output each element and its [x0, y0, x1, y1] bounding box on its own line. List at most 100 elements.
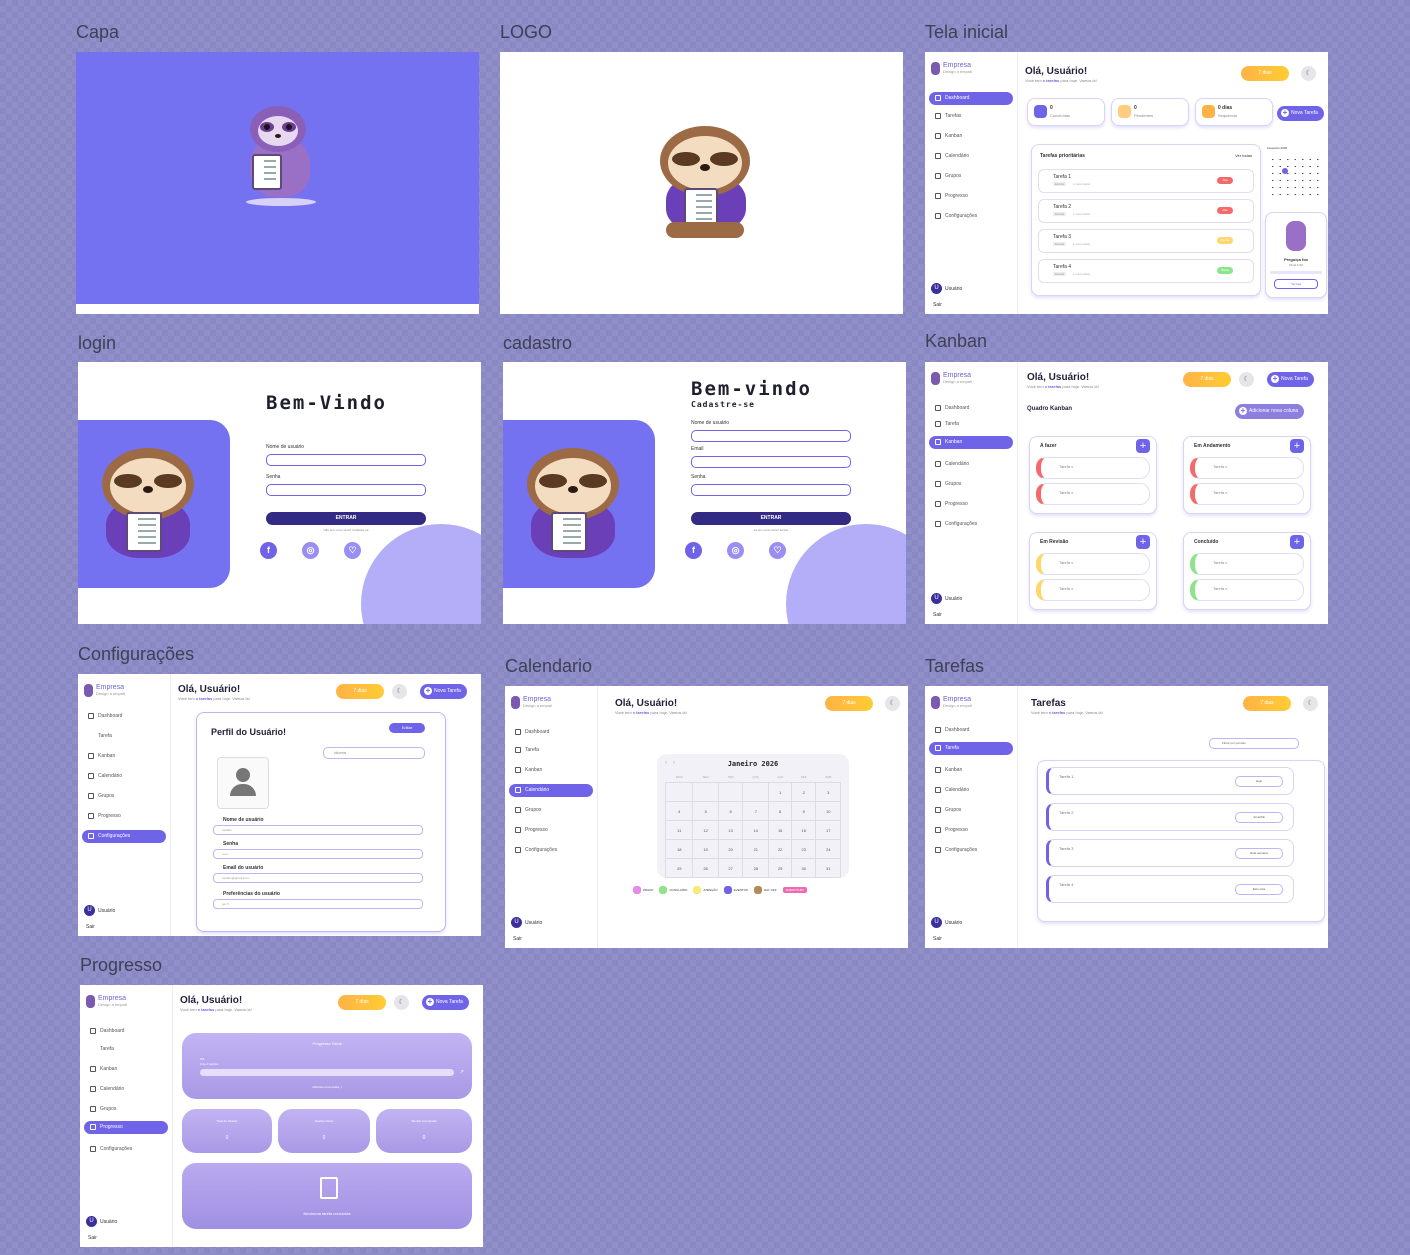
frame-login[interactable]: Bem-Vindo Nome de usuário Senha ENTRAR N…	[78, 362, 481, 624]
frame-calendario[interactable]: Empresa Design a empati Dashboard Tarefa …	[505, 686, 908, 948]
logout-button[interactable]: Sair	[513, 936, 522, 942]
nav-dashboard[interactable]: Dashboard	[84, 1025, 168, 1038]
calendar-day[interactable]: 19	[692, 839, 719, 859]
instagram-icon[interactable]: ◎	[302, 542, 319, 559]
nav-configuracoes[interactable]: Configurações	[929, 210, 1013, 223]
calendar-day[interactable]: 2	[791, 782, 817, 802]
task-row[interactable]: Tarefa 1 Escola 1 comentário Alta	[1038, 169, 1254, 193]
calendar-day[interactable]: 15	[768, 820, 793, 840]
nav-kanban[interactable]: Kanban	[509, 764, 593, 777]
kanban-card[interactable]: Tarefa x	[1190, 553, 1304, 575]
kanban-card[interactable]: Tarefa x	[1036, 579, 1150, 601]
language-select[interactable]: Idioma	[323, 747, 425, 759]
calendar-day[interactable]: 1	[768, 782, 793, 802]
password-field[interactable]: ••••••	[213, 849, 423, 859]
nav-dashboard[interactable]: Dashboard	[509, 726, 593, 739]
kanban-card[interactable]: Tarefa x	[1036, 457, 1150, 479]
nav-kanban[interactable]: Kanban	[82, 750, 166, 763]
facebook-icon[interactable]: f	[685, 542, 702, 559]
nav-dashboard[interactable]: Dashboard	[929, 402, 1013, 415]
google-icon[interactable]: ♡	[344, 542, 361, 559]
period-filter-select[interactable]: Filtrar por período	[1209, 738, 1299, 749]
login-button[interactable]: ENTRAR	[266, 512, 426, 525]
calendar-day[interactable]: 31	[815, 858, 841, 878]
nav-calendario[interactable]: Calendário	[929, 784, 1013, 797]
nav-grupos[interactable]: Grupos	[929, 170, 1013, 183]
calendar-day[interactable]: 8	[768, 801, 793, 821]
frame-label-kanban[interactable]: Kanban	[925, 331, 987, 352]
username-field[interactable]: usuário	[213, 825, 423, 835]
new-task-button[interactable]: Nova Tarefa	[420, 684, 467, 699]
user-footer[interactable]: U Usuário	[931, 917, 962, 928]
frame-label-tela-inicial[interactable]: Tela inicial	[925, 22, 1008, 43]
calendar-day[interactable]: 27	[717, 858, 744, 878]
add-card-icon[interactable]: +	[1290, 439, 1304, 453]
add-column-button[interactable]: Adicionar nova coluna	[1235, 404, 1305, 419]
streak-pill[interactable]: 7 dias	[338, 995, 386, 1010]
facebook-icon[interactable]: f	[260, 542, 277, 559]
nav-grupos[interactable]: Grupos	[929, 478, 1013, 491]
streak-pill[interactable]: 7 dias	[336, 684, 384, 699]
kanban-card[interactable]: Tarefa x	[1036, 553, 1150, 575]
kanban-card[interactable]: Tarefa x	[1036, 483, 1150, 505]
calendar-day[interactable]: 9	[791, 801, 817, 821]
nav-progresso[interactable]: Progresso	[929, 190, 1013, 203]
calendar-day[interactable]: 5	[692, 801, 719, 821]
user-footer[interactable]: U Usuário	[511, 917, 542, 928]
frame-configuracoes[interactable]: Empresa Design a empati Dashboard Tarefa …	[78, 674, 481, 936]
signup-button[interactable]: ENTRAR	[691, 512, 851, 525]
calendar-day[interactable]: 11	[664, 820, 694, 840]
due-button[interactable]: Esta semana	[1235, 848, 1283, 859]
user-footer[interactable]: U Usuário	[931, 593, 962, 604]
frame-capa[interactable]	[76, 52, 479, 314]
task-row[interactable]: Tarefa 2 Escola 1 comentário Alta	[1038, 199, 1254, 223]
theme-toggle[interactable]: ☾	[392, 684, 407, 699]
nav-grupos[interactable]: Grupos	[84, 1103, 168, 1116]
nav-dashboard[interactable]: Dashboard	[929, 724, 1013, 737]
new-task-button[interactable]: Nova Tarefa	[1267, 372, 1314, 387]
streak-pill[interactable]: 7 dias	[1241, 66, 1289, 81]
logout-button[interactable]: Sair	[88, 1235, 97, 1241]
calendar-day[interactable]: 29	[768, 858, 793, 878]
frame-logo[interactable]	[500, 52, 903, 314]
new-task-button[interactable]: Nova Tarefa	[422, 995, 469, 1010]
nav-tarefa[interactable]: Tarefa	[82, 730, 166, 743]
mini-calendar[interactable]: Fevereiro 2026	[1265, 146, 1325, 206]
kanban-card[interactable]: Tarefa x	[1190, 579, 1304, 601]
add-card-icon[interactable]: +	[1290, 535, 1304, 549]
theme-toggle[interactable]: ☾	[885, 696, 900, 711]
prev-month-icon[interactable]: ‹	[665, 760, 667, 766]
calendar-day[interactable]: 7	[742, 801, 770, 821]
profile-photo[interactable]	[217, 757, 269, 809]
add-card-icon[interactable]: +	[1136, 439, 1150, 453]
due-button[interactable]: Este mês	[1235, 884, 1283, 895]
nav-dashboard[interactable]: Dashboard	[929, 92, 1013, 105]
calendar-day[interactable]: 6	[717, 801, 744, 821]
theme-toggle[interactable]: ☾	[1301, 66, 1316, 81]
theme-toggle[interactable]: ☾	[1303, 696, 1318, 711]
nav-grupos[interactable]: Grupos	[929, 804, 1013, 817]
calendar-day[interactable]: 28	[742, 858, 770, 878]
frame-kanban[interactable]: Empresa Design a empati Dashboard Tarefa …	[925, 362, 1328, 624]
calendar-day[interactable]: 21	[742, 839, 770, 859]
streak-pill[interactable]: 7 dias	[1183, 372, 1231, 387]
nav-tarefa[interactable]: Tarefa	[929, 418, 1013, 431]
next-month-icon[interactable]: ›	[673, 760, 675, 766]
password-input[interactable]	[266, 484, 426, 496]
logout-button[interactable]: Sair	[933, 302, 942, 308]
email-field[interactable]: usuario@gmail.com	[213, 873, 423, 883]
logout-button[interactable]: Sair	[933, 612, 942, 618]
calendar-day[interactable]: 22	[768, 839, 793, 859]
calendar-day[interactable]: 3	[815, 782, 841, 802]
nav-kanban[interactable]: Kanban	[84, 1063, 168, 1076]
nav-tarefa[interactable]: Tarefa	[929, 742, 1013, 755]
frame-label-logo[interactable]: LOGO	[500, 22, 552, 43]
calendar-day[interactable]: 13	[717, 820, 744, 840]
user-footer[interactable]: U Usuário	[86, 1216, 117, 1227]
frame-tarefas[interactable]: Empresa Design a empati Dashboard Tarefa …	[925, 686, 1328, 948]
theme-toggle[interactable]: ☾	[394, 995, 409, 1010]
nav-progresso[interactable]: Progresso	[929, 498, 1013, 511]
frame-label-cadastro[interactable]: cadastro	[503, 333, 572, 354]
due-button[interactable]: Amanhã	[1235, 812, 1283, 823]
nav-calendario[interactable]: Calendário	[509, 784, 593, 797]
